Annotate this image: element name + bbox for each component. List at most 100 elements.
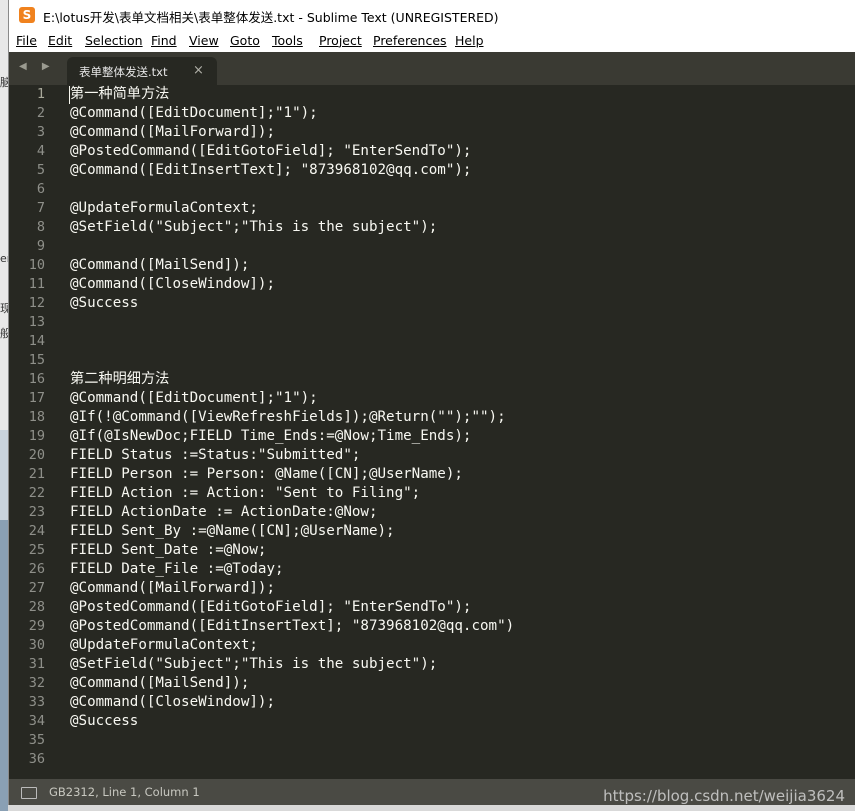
code-line[interactable]: 7 @UpdateFormulaContext; bbox=[9, 199, 855, 218]
code-line[interactable]: 19 @If(@IsNewDoc;FIELD Time_Ends:=@Now;Ti… bbox=[9, 427, 855, 446]
line-number: 33 bbox=[28, 694, 45, 710]
line-number: 14 bbox=[28, 333, 45, 349]
code-line[interactable]: 2 @Command([EditDocument];"1"); bbox=[9, 104, 855, 123]
code-line[interactable]: 10 @Command([MailSend]); bbox=[9, 256, 855, 275]
line-number: 2 bbox=[36, 105, 45, 121]
code-line[interactable]: 18 @If(!@Command([ViewRefreshFields]);@Re… bbox=[9, 408, 855, 427]
menu-edit[interactable]: Edit bbox=[48, 33, 72, 48]
line-text: @Success bbox=[70, 713, 139, 729]
menu-project[interactable]: Project bbox=[319, 33, 362, 48]
line-number: 29 bbox=[28, 618, 45, 634]
line-number: 20 bbox=[28, 447, 45, 463]
line-number: 1 bbox=[36, 86, 45, 102]
sublime-text-window: S E:\lotus开发\表单文档相关\表单整体发送.txt - Sublime… bbox=[8, 0, 855, 805]
code-line[interactable]: 23 FIELD ActionDate := ActionDate:@Now; bbox=[9, 503, 855, 522]
line-text: @Command([MailForward]); bbox=[70, 580, 275, 596]
code-line[interactable]: 17 @Command([EditDocument];"1"); bbox=[9, 389, 855, 408]
code-line[interactable]: 6 bbox=[9, 180, 855, 199]
code-line[interactable]: 4 @PostedCommand([EditGotoField]; "EnterS… bbox=[9, 142, 855, 161]
line-number: 36 bbox=[28, 751, 45, 767]
line-text: @SetField("Subject";"This is the subject… bbox=[70, 656, 438, 672]
status-encoding-position: GB2312, Line 1, Column 1 bbox=[49, 785, 200, 799]
code-line[interactable]: 3 @Command([MailForward]); bbox=[9, 123, 855, 142]
line-text: @If(@IsNewDoc;FIELD Time_Ends:=@Now;Time… bbox=[70, 428, 472, 444]
code-line[interactable]: 36 bbox=[9, 750, 855, 769]
line-number: 3 bbox=[36, 124, 45, 140]
tab-nav-arrows-icon[interactable]: ◀ ▶ bbox=[19, 61, 56, 72]
code-line[interactable]: 28 @PostedCommand([EditGotoField]; "Enter… bbox=[9, 598, 855, 617]
code-line[interactable]: 9 bbox=[9, 237, 855, 256]
code-line[interactable]: 22 FIELD Action := Action: "Sent to Filin… bbox=[9, 484, 855, 503]
code-line[interactable]: 27 @Command([MailForward]); bbox=[9, 579, 855, 598]
code-line[interactable]: 32 @Command([MailSend]); bbox=[9, 674, 855, 693]
code-line[interactable]: 35 bbox=[9, 731, 855, 750]
tab-active-file[interactable]: 表单整体发送.txt × bbox=[67, 57, 217, 85]
line-number: 27 bbox=[28, 580, 45, 596]
tab-bar: ◀ ▶ 表单整体发送.txt × bbox=[9, 52, 855, 85]
code-line[interactable]: 30 @UpdateFormulaContext; bbox=[9, 636, 855, 655]
line-number: 30 bbox=[28, 637, 45, 653]
menu-find[interactable]: Find bbox=[151, 33, 177, 48]
line-number: 18 bbox=[28, 409, 45, 425]
code-line[interactable]: 16 第二种明细方法 bbox=[9, 370, 855, 389]
background-text-fragment: er bbox=[0, 252, 8, 265]
menu-tools[interactable]: Tools bbox=[272, 33, 303, 48]
code-line[interactable]: 20 FIELD Status :=Status:"Submitted"; bbox=[9, 446, 855, 465]
line-number: 28 bbox=[28, 599, 45, 615]
menu-view[interactable]: View bbox=[189, 33, 219, 48]
background-text-fragment: 现 bbox=[0, 302, 8, 315]
line-number: 32 bbox=[28, 675, 45, 691]
line-text: @Success bbox=[70, 295, 139, 311]
line-number: 23 bbox=[28, 504, 45, 520]
code-line[interactable]: 13 bbox=[9, 313, 855, 332]
menu-help[interactable]: Help bbox=[455, 33, 484, 48]
line-text: FIELD Sent_By :=@Name([CN];@UserName); bbox=[70, 523, 395, 539]
line-number: 25 bbox=[28, 542, 45, 558]
background-window-strip bbox=[0, 0, 8, 811]
line-number: 8 bbox=[36, 219, 45, 235]
line-number: 17 bbox=[28, 390, 45, 406]
code-line[interactable]: 29 @PostedCommand([EditInsertText]; "8739… bbox=[9, 617, 855, 636]
panel-toggle-icon[interactable] bbox=[21, 787, 37, 799]
close-icon[interactable]: × bbox=[193, 63, 204, 78]
line-number: 15 bbox=[28, 352, 45, 368]
code-line[interactable]: 11 @Command([CloseWindow]); bbox=[9, 275, 855, 294]
line-text: 第二种明细方法 bbox=[70, 371, 170, 387]
line-number: 26 bbox=[28, 561, 45, 577]
line-text: @UpdateFormulaContext; bbox=[70, 637, 258, 653]
code-line[interactable]: 8 @SetField("Subject";"This is the subjec… bbox=[9, 218, 855, 237]
menu-file[interactable]: File bbox=[16, 33, 37, 48]
line-number: 31 bbox=[28, 656, 45, 672]
menu-preferences[interactable]: Preferences bbox=[373, 33, 447, 48]
line-text: @Command([EditDocument];"1"); bbox=[70, 390, 318, 406]
title-bar[interactable]: S E:\lotus开发\表单文档相关\表单整体发送.txt - Sublime… bbox=[9, 0, 855, 30]
line-text: FIELD Sent_Date :=@Now; bbox=[70, 542, 267, 558]
line-text: FIELD Date_File :=@Today; bbox=[70, 561, 284, 577]
line-number: 10 bbox=[28, 257, 45, 273]
code-line[interactable]: 5 @Command([EditInsertText]; "873968102@q… bbox=[9, 161, 855, 180]
code-line[interactable]: 34 @Success bbox=[9, 712, 855, 731]
code-line[interactable]: 31 @SetField("Subject";"This is the subje… bbox=[9, 655, 855, 674]
menu-selection[interactable]: Selection bbox=[85, 33, 143, 48]
line-number: 12 bbox=[28, 295, 45, 311]
code-line[interactable]: 1 第一种简单方法 bbox=[9, 85, 855, 104]
line-text: @Command([MailForward]); bbox=[70, 124, 275, 140]
code-editor[interactable]: 1 第一种简单方法 2 @Command([EditDocument];"1"); 3 @… bbox=[9, 85, 855, 779]
code-line[interactable]: 33 @Command([CloseWindow]); bbox=[9, 693, 855, 712]
code-line[interactable]: 24 FIELD Sent_By :=@Name([CN];@UserName); bbox=[9, 522, 855, 541]
code-line[interactable]: 26 FIELD Date_File :=@Today; bbox=[9, 560, 855, 579]
code-line[interactable]: 12 @Success bbox=[9, 294, 855, 313]
code-line[interactable]: 15 bbox=[9, 351, 855, 370]
menu-goto[interactable]: Goto bbox=[230, 33, 260, 48]
line-text: FIELD Person := Person: @Name([CN];@User… bbox=[70, 466, 463, 482]
line-text: @If(!@Command([ViewRefreshFields]);@Retu… bbox=[70, 409, 506, 425]
line-text: @Command([EditDocument];"1"); bbox=[70, 105, 318, 121]
line-number: 13 bbox=[28, 314, 45, 330]
code-line[interactable]: 21 FIELD Person := Person: @Name([CN];@Us… bbox=[9, 465, 855, 484]
code-line[interactable]: 25 FIELD Sent_Date :=@Now; bbox=[9, 541, 855, 560]
line-text: @Command([MailSend]); bbox=[70, 257, 250, 273]
line-number: 11 bbox=[28, 276, 45, 292]
menu-bar: File Edit Selection Find View Goto Tools… bbox=[9, 30, 855, 52]
line-number: 35 bbox=[28, 732, 45, 748]
code-line[interactable]: 14 bbox=[9, 332, 855, 351]
